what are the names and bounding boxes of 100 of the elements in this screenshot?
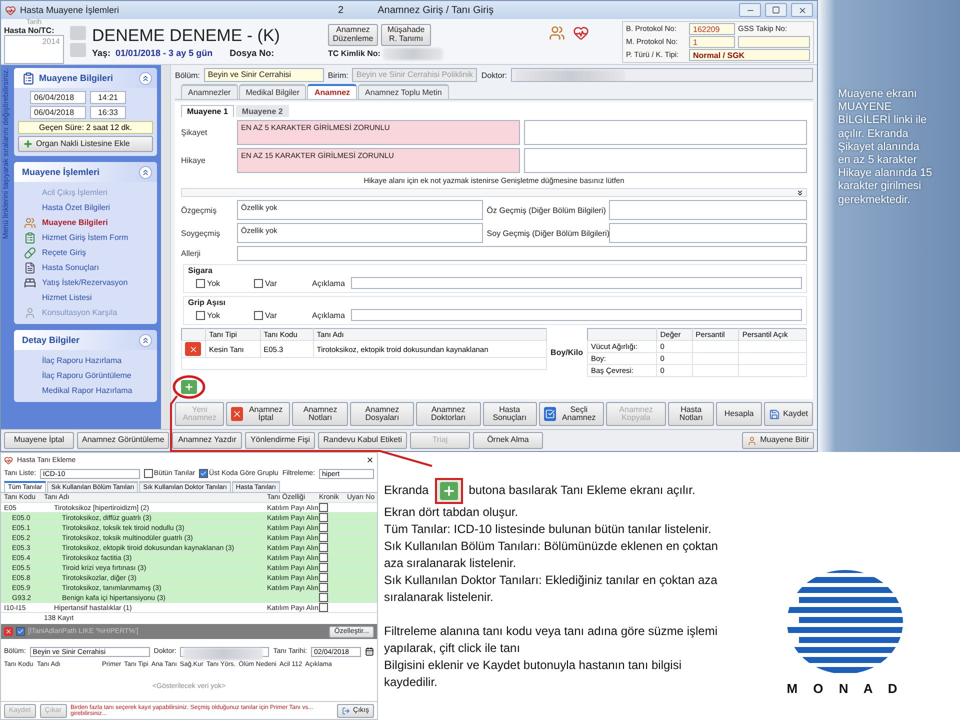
calendar-icon[interactable] [365,647,374,656]
patient-name: DENEME DENEME - (K) [92,26,281,46]
note-text: Muayene ekranı MUAYENE BİLGİLERİ linki ile açılır. Ekranda Şikayet alanında en az 5 karakter Hikaye alanında 15 karakter girilmesi gerekmektedir. [838,88,934,208]
instruction-text: Tüm Tanılar: ICD-10 listesinde bulunan bütün tanılar listelenir. [384,521,712,538]
time-field[interactable]: 16:33 [90,106,126,119]
chronic-checkbox[interactable] [319,523,328,532]
menu-item[interactable]: İlaç Raporu Hazırlama [18,353,153,368]
unit-label: Birim: [328,70,348,80]
section-label: Bölüm: [175,70,200,80]
action-button[interactable]: Hasta Sonuçları [482,402,537,426]
section-field[interactable]: Beyin ve Sinir Cerrahisi [204,68,324,82]
checkbox[interactable] [199,469,208,478]
menu-item[interactable]: Hizmet Giriş İstem Form [18,230,153,245]
instruction-text: Filtreleme alanına tanı kodu veya tanı adına göre süzme işlemi yapılarak, çift click ile tanı [384,623,719,657]
finish-button[interactable]: Muayene Bitir [742,432,814,449]
checkbox[interactable] [196,278,205,288]
menu-item[interactable]: İlaç Raporu Görüntüleme [18,368,153,383]
bottom-button[interactable]: Anamnez Yazdır [172,432,242,449]
chronic-checkbox[interactable] [319,603,328,612]
exit-icon [342,706,350,714]
checkbox[interactable] [254,278,263,288]
checkbox[interactable] [254,310,263,320]
chronic-checkbox[interactable] [319,573,328,582]
doctor-label: Doktor: [481,70,508,80]
header-button[interactable]: Müşahade R. Tanımı [381,24,431,46]
checkbox[interactable] [144,469,153,478]
heart-icon[interactable] [573,25,590,41]
panel-title: Muayene İşlemleri [22,167,101,177]
subtab[interactable]: Muayene 2 [236,105,289,117]
save-button[interactable]: Kaydet [764,402,813,426]
menu-item[interactable]: Hizmet Listesi [18,290,153,305]
age-label: Yaş: [92,48,111,58]
chronic-checkbox[interactable] [319,543,328,552]
menu-item[interactable]: Hasta Sonuçları [18,260,153,275]
chronic-checkbox[interactable] [319,583,328,592]
pill-icon [24,247,36,259]
chronic-checkbox[interactable] [319,533,328,542]
close-icon[interactable] [366,456,374,464]
bottom-button[interactable]: Anamnez Görüntüleme [77,432,170,449]
menu-item[interactable]: Reçete Giriş [18,245,153,260]
delete-icon[interactable] [185,342,201,356]
action-button[interactable]: Anamnez İptal [226,402,290,426]
maximize-button[interactable] [765,3,787,17]
tab[interactable]: Medikal Bilgiler [238,84,306,99]
tab[interactable]: Anamnezler [181,84,238,99]
logo-text: M O N A D [786,681,904,696]
maximize-icon [772,6,780,14]
time-field[interactable]: 14:21 [90,91,126,104]
app-icon [4,456,13,464]
action-button[interactable]: Hesapla [716,402,762,426]
menu-item[interactable]: Yatış İstek/Rezervasyon [18,275,153,290]
action-button[interactable]: Anamnez Doktorları [416,402,481,426]
date-field[interactable]: 06/04/2018 [30,91,86,104]
close-button[interactable] [791,3,813,17]
chronic-checkbox[interactable] [319,553,328,562]
person-icon [24,307,36,319]
collapse-icon[interactable] [139,166,152,178]
action-button[interactable]: Seçli Anamnez [538,402,604,426]
bottom-button[interactable]: Yönlendirme Fişi [245,432,316,449]
menu-item[interactable]: Hasta Özet Bilgileri [18,200,153,215]
chronic-checkbox[interactable] [319,563,328,572]
header-button[interactable]: Anamnez Düzenleme [328,24,378,46]
action-button[interactable]: Anamnez Dosyaları [350,402,414,426]
subtab[interactable]: Muayene 1 [181,105,234,117]
menu-item[interactable]: Muayene Bilgileri [18,215,153,230]
blurred-field [383,48,444,60]
organ-list-button[interactable]: Organ Nakli Listesine Ekle [18,136,153,152]
field-label: Özgeçmiş [181,206,218,214]
collapse-icon[interactable] [139,72,152,84]
menu-item[interactable]: Medikal Rapor Hazırlama [18,383,153,398]
protocol-field: Normal / SGK [689,48,810,60]
bottom-button[interactable]: Muayene İptal [4,432,74,449]
people-icon[interactable] [549,25,566,41]
add-button[interactable] [181,380,197,394]
window-title: Hasta Muayene İşlemleri [20,5,120,15]
save-icon [769,408,780,420]
note-field[interactable] [350,309,802,321]
tab[interactable]: Anamnez Toplu Metin [358,84,449,99]
gss-field[interactable] [738,36,810,48]
elapsed-time: Geçen Süre: 2 saat 12 dk. [18,121,153,134]
age-value: 01/01/2018 - 3 ay 5 gün [116,48,213,58]
tab[interactable]: Anamnez [307,84,358,99]
chronic-checkbox[interactable] [319,503,328,512]
field-label: Şikayet [181,128,208,137]
chronic-checkbox[interactable] [319,513,328,522]
checklist-icon [544,407,556,421]
filter-checkbox[interactable] [16,627,25,636]
checkbox-label: Yok [207,310,220,320]
date-field[interactable]: 06/04/2018 [30,106,86,119]
chronic-checkbox[interactable] [319,593,328,602]
collapse-icon[interactable] [139,334,152,346]
note-field[interactable] [350,277,802,289]
field-label: Açıklama [312,278,345,288]
bottom-button[interactable]: Randevu Kabul Etiketi [318,432,407,449]
action-button[interactable]: Hasta Notları [668,402,714,426]
expand-icon[interactable] [796,188,804,196]
highlight-circle [172,375,206,399]
checkbox[interactable] [196,310,205,320]
action-button[interactable]: Anamnez Notları [292,402,348,426]
bottom-button[interactable]: Örnek Alma [472,432,543,449]
